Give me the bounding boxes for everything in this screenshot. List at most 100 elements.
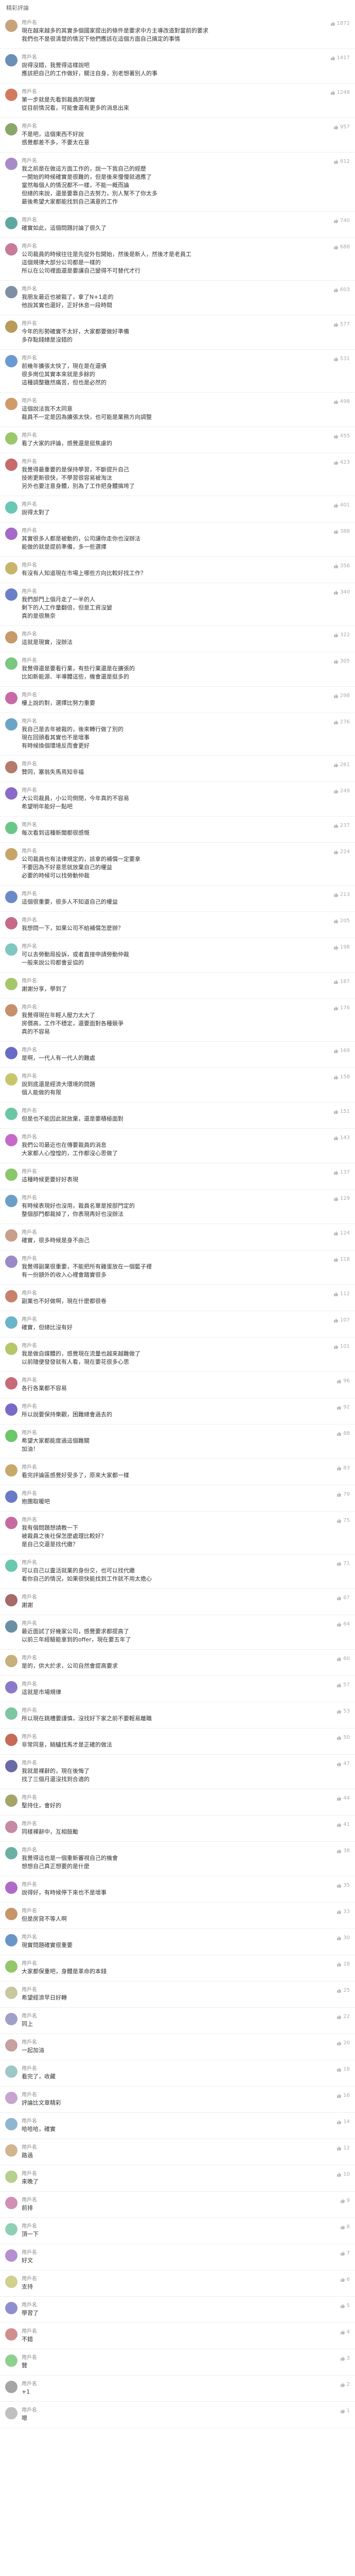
avatar[interactable] (5, 1464, 17, 1477)
comment-author[interactable]: 用戶名 (22, 432, 321, 439)
comment-author[interactable]: 用戶名 (22, 1316, 321, 1324)
comment-author[interactable]: 用戶名 (22, 158, 321, 165)
avatar[interactable] (5, 20, 17, 32)
like-button[interactable]: 187 (333, 978, 350, 986)
avatar[interactable] (5, 2381, 17, 2393)
comment-author[interactable]: 用戶名 (22, 2328, 321, 2335)
like-button[interactable]: 423 (333, 459, 350, 466)
like-button[interactable]: 18 (336, 2065, 350, 2073)
avatar[interactable] (5, 2276, 17, 2288)
like-button[interactable]: 60 (336, 1655, 350, 1663)
avatar[interactable] (5, 2092, 17, 2104)
avatar[interactable] (5, 943, 17, 956)
avatar[interactable] (5, 2013, 17, 2025)
comment-author[interactable]: 用戶名 (22, 588, 321, 596)
avatar[interactable] (5, 1560, 17, 1572)
avatar[interactable] (5, 286, 17, 298)
avatar[interactable] (5, 1620, 17, 1633)
like-button[interactable]: 28 (336, 1960, 350, 1968)
comment-author[interactable]: 用戶名 (22, 398, 321, 405)
avatar[interactable] (5, 2065, 17, 2078)
comment-author[interactable]: 用戶名 (22, 761, 321, 768)
avatar[interactable] (5, 1847, 17, 1859)
comment-author[interactable]: 用戶名 (22, 1004, 321, 1011)
like-button[interactable]: 340 (333, 588, 350, 596)
avatar[interactable] (5, 1430, 17, 1442)
like-button[interactable]: 8 (340, 2223, 350, 2231)
like-button[interactable]: 298 (333, 692, 350, 700)
avatar[interactable] (5, 2171, 17, 2183)
like-button[interactable]: 4 (340, 2328, 350, 2336)
like-button[interactable]: 740 (333, 217, 350, 225)
comment-author[interactable]: 用戶名 (22, 2013, 321, 2020)
comment-author[interactable]: 用戶名 (22, 2223, 321, 2230)
comment-author[interactable]: 用戶名 (22, 1760, 321, 1767)
like-button[interactable]: 44 (336, 1794, 350, 1802)
avatar[interactable] (5, 562, 17, 574)
avatar[interactable] (5, 2302, 17, 2314)
avatar[interactable] (5, 355, 17, 367)
comment-author[interactable]: 用戶名 (22, 1707, 321, 1715)
like-button[interactable]: 1872 (330, 20, 350, 27)
avatar[interactable] (5, 2407, 17, 2419)
avatar[interactable] (5, 1377, 17, 1389)
avatar[interactable] (5, 1707, 17, 1720)
comment-author[interactable]: 用戶名 (22, 848, 321, 855)
like-button[interactable]: 124 (333, 1229, 350, 1237)
like-button[interactable]: 6 (340, 2276, 350, 2283)
avatar[interactable] (5, 1934, 17, 1946)
like-button[interactable]: 64 (336, 1620, 350, 1628)
avatar[interactable] (5, 2144, 17, 2157)
comment-author[interactable]: 用戶名 (22, 1134, 321, 1141)
avatar[interactable] (5, 1655, 17, 1667)
comment-author[interactable]: 用戶名 (22, 1073, 321, 1080)
avatar[interactable] (5, 320, 17, 333)
like-button[interactable]: 88 (336, 1430, 350, 1437)
comment-author[interactable]: 用戶名 (22, 943, 321, 951)
like-button[interactable]: 198 (333, 943, 350, 951)
like-button[interactable]: 322 (333, 631, 350, 639)
comment-author[interactable]: 用戶名 (22, 528, 321, 535)
avatar[interactable] (5, 1047, 17, 1059)
avatar[interactable] (5, 217, 17, 229)
like-button[interactable]: 9 (340, 2197, 350, 2205)
like-button[interactable]: 22 (336, 2013, 350, 2021)
comment-author[interactable]: 用戶名 (22, 1794, 321, 1802)
comment-author[interactable]: 用戶名 (22, 1256, 321, 1263)
avatar[interactable] (5, 1195, 17, 1207)
comment-author[interactable]: 用戶名 (22, 562, 321, 569)
avatar[interactable] (5, 2118, 17, 2130)
comment-author[interactable]: 用戶名 (22, 243, 321, 250)
like-button[interactable]: 237 (333, 822, 350, 829)
like-button[interactable]: 1417 (330, 54, 350, 62)
comment-author[interactable]: 用戶名 (22, 657, 321, 665)
avatar[interactable] (5, 1821, 17, 1833)
like-button[interactable]: 158 (333, 1073, 350, 1081)
like-button[interactable]: 47 (336, 1760, 350, 1768)
avatar[interactable] (5, 588, 17, 601)
comment-author[interactable]: 用戶名 (22, 2039, 321, 2046)
like-button[interactable]: 30 (336, 1934, 350, 1942)
like-button[interactable]: 7 (340, 2249, 350, 2257)
comment-author[interactable]: 用戶名 (22, 2249, 321, 2257)
like-button[interactable]: 41 (336, 1821, 350, 1828)
avatar[interactable] (5, 54, 17, 66)
like-button[interactable]: 50 (336, 1734, 350, 1741)
like-button[interactable]: 603 (333, 286, 350, 294)
comment-author[interactable]: 用戶名 (22, 54, 321, 61)
comment-author[interactable]: 用戶名 (22, 320, 321, 328)
comment-author[interactable]: 用戶名 (22, 2354, 321, 2362)
comment-author[interactable]: 用戶名 (22, 2171, 321, 2178)
avatar[interactable] (5, 917, 17, 929)
comment-author[interactable]: 用戶名 (22, 1821, 321, 1828)
avatar[interactable] (5, 1229, 17, 1242)
comment-author[interactable]: 用戶名 (22, 89, 321, 96)
like-button[interactable]: 5 (340, 2302, 350, 2310)
like-button[interactable]: 3 (340, 2354, 350, 2362)
like-button[interactable]: 67 (336, 1594, 350, 1602)
avatar[interactable] (5, 1316, 17, 1329)
comment-author[interactable]: 用戶名 (22, 2407, 321, 2414)
like-button[interactable]: 261 (333, 761, 350, 769)
like-button[interactable]: 83 (336, 1464, 350, 1472)
comment-author[interactable]: 用戶名 (22, 1290, 321, 1297)
